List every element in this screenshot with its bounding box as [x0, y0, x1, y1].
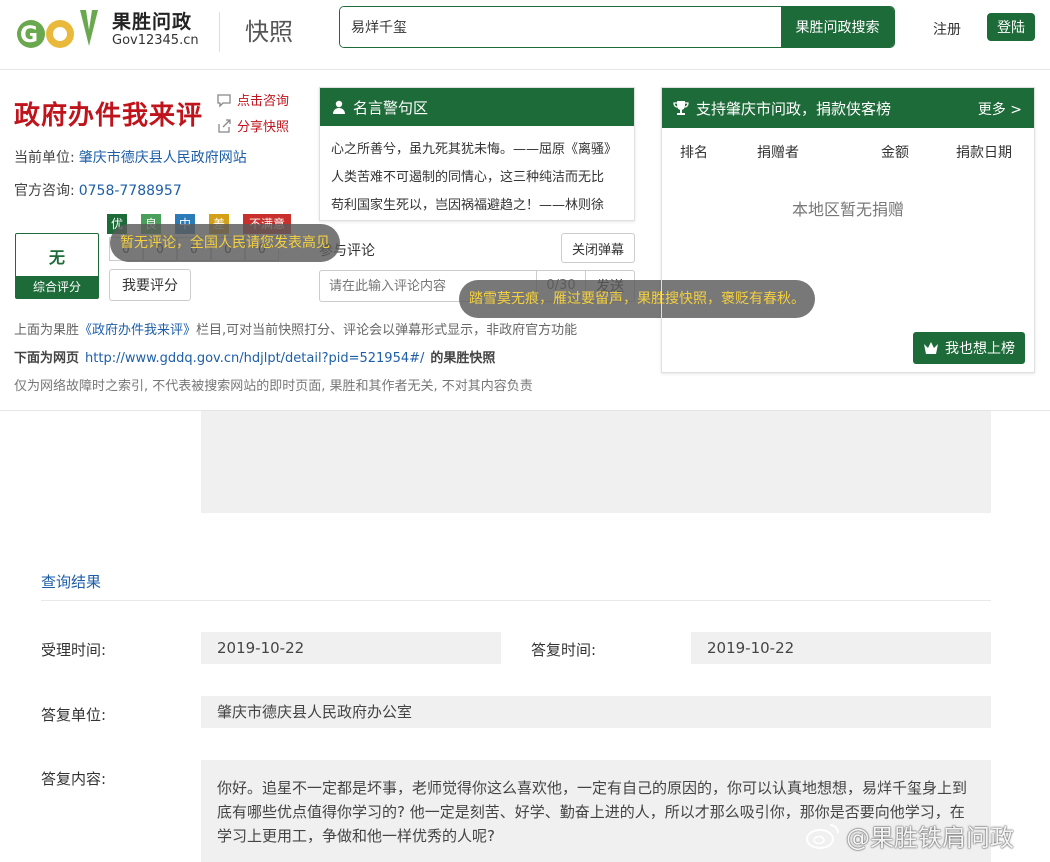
share-link-label: 分享快照 — [237, 120, 290, 135]
unit-label: 当前单位: — [14, 150, 75, 166]
score-value: 无 — [48, 248, 65, 267]
close-danmu-button[interactable]: 关闭弹幕 — [561, 233, 635, 263]
login-button[interactable]: 登陆 — [987, 13, 1035, 41]
crown-icon — [924, 342, 938, 354]
note-text: 上面为果胜 — [14, 323, 80, 338]
overall-score: 无 综合评分 — [15, 233, 99, 299]
join-rank-label: 我也想上榜 — [945, 341, 1015, 357]
consult-link[interactable]: 点击咨询 — [216, 90, 289, 109]
page-root: G 果胜问政 Gov12345.cn 快照 果胜问政搜索 注册 登陆 政府办件我… — [0, 0, 1050, 862]
share-icon — [218, 118, 231, 133]
note-text: 的果胜快照 — [430, 351, 496, 366]
logo-url: Gov12345.cn — [112, 33, 199, 48]
reply-unit-value: 肇庆市德庆县人民政府办公室 — [201, 696, 991, 728]
quote-line: 苟利国家生死以，岂因祸福避趋之！——林则徐 — [331, 198, 605, 213]
weibo-watermark: @果胜铁肩问政 — [806, 818, 1014, 853]
reply-time-value: 2019-10-22 — [691, 632, 991, 664]
quote-line: 心之所善兮，虽九死其犹未悔。——屈原《离骚》 — [331, 142, 618, 157]
empty-donation-message: 本地区暂无捐赠 — [791, 200, 904, 219]
join-rank-button[interactable]: 我也想上榜 — [913, 332, 1025, 364]
note-text: 栏目,可对当前快照打分、评论会以弹幕形式显示，非政府官方功能 — [196, 323, 578, 338]
search-input[interactable] — [340, 7, 781, 47]
consult-link-label: 点击咨询 — [237, 94, 290, 109]
result-section-title: 查询结果 — [41, 573, 102, 591]
accept-time-value: 2019-10-22 — [201, 632, 501, 664]
current-unit: 当前单位: 肇庆市德庆县人民政府网站 — [14, 147, 247, 167]
note-text: 下面为网页 — [14, 351, 80, 366]
header-divider — [219, 12, 220, 52]
phone-value: 0758-7788957 — [78, 183, 182, 199]
source-url-link[interactable]: http://www.gddq.gov.cn/hdjlpt/detail?pid… — [85, 351, 424, 366]
danmu-bubble: 暂无评论，全国人民请您发表高见 — [110, 224, 340, 262]
chat-icon — [217, 93, 231, 108]
score-label: 综合评分 — [16, 276, 98, 298]
column-header-amount: 金额 — [881, 145, 909, 161]
snapshot-content-block — [201, 411, 991, 513]
disclaimer: 仅为网络故障时之索引, 不代表被搜索网站的即时页面, 果胜和其作者无关, 不对其… — [14, 379, 533, 394]
svg-text:G: G — [20, 23, 38, 48]
gov-logo-icon[interactable]: G — [14, 6, 104, 52]
user-icon — [333, 100, 345, 114]
reply-unit-label: 答复单位: — [41, 706, 107, 724]
column-header-rank: 排名 — [680, 145, 708, 161]
page-title: 政府办件我来评 — [14, 101, 204, 131]
share-link[interactable]: 分享快照 — [216, 116, 289, 135]
quote-panel: 名言警句区 心之所善兮，虽九死其犹未悔。——屈原《离骚》 人类苦难不可遏制的同情… — [319, 87, 635, 221]
search-bar: 果胜问政搜索 — [339, 6, 895, 48]
phone-label: 官方咨询: — [14, 183, 75, 199]
quote-panel-title: 名言警句区 — [353, 98, 429, 117]
weibo-icon — [806, 823, 839, 849]
quote-panel-header: 名言警句区 — [320, 88, 634, 126]
watermark-text: @果胜铁肩问政 — [846, 824, 1014, 852]
donation-panel-title: 支持肇庆市问政，捐款侠客榜 — [696, 99, 892, 118]
result-section-line — [41, 600, 991, 601]
note-line-1: 上面为果胜《政府办件我来评》栏目,可对当前快照打分、评论会以弹幕形式显示，非政府… — [14, 319, 577, 338]
column-header-date: 捐款日期 — [956, 145, 1012, 161]
note-line-2: 下面为网页 http://www.gddq.gov.cn/hdjlpt/detai… — [14, 347, 495, 366]
reply-content-label: 答复内容: — [41, 770, 107, 788]
search-button[interactable]: 果胜问政搜索 — [781, 7, 894, 47]
snapshot-title: 快照 — [245, 18, 293, 46]
register-link[interactable]: 注册 — [933, 19, 961, 39]
official-phone: 官方咨询: 0758-7788957 — [14, 180, 182, 200]
column-header-donor: 捐赠者 — [757, 145, 799, 161]
donation-more-link[interactable]: 更多 > — [978, 99, 1022, 119]
rate-button[interactable]: 我要评分 — [109, 269, 191, 301]
reply-time-label: 答复时间: — [531, 641, 597, 659]
unit-value[interactable]: 肇庆市德庆县人民政府网站 — [79, 150, 247, 166]
accept-time-label: 受理时间: — [41, 641, 107, 659]
logo-name: 果胜问政 — [112, 11, 193, 33]
column-link[interactable]: 《政府办件我来评》 — [79, 323, 196, 338]
donation-panel: 支持肇庆市问政，捐款侠客榜 更多 > 排名 捐赠者 金额 捐款日期 本地区暂无捐… — [661, 87, 1035, 373]
quote-line: 人类苦难不可遏制的同情心，这三种纯洁而无比 — [331, 170, 605, 185]
donation-panel-header: 支持肇庆市问政，捐款侠客榜 更多 > — [662, 88, 1034, 128]
top-header: G 果胜问政 Gov12345.cn 快照 果胜问政搜索 注册 登陆 — [0, 0, 1050, 70]
trophy-icon — [673, 101, 689, 115]
